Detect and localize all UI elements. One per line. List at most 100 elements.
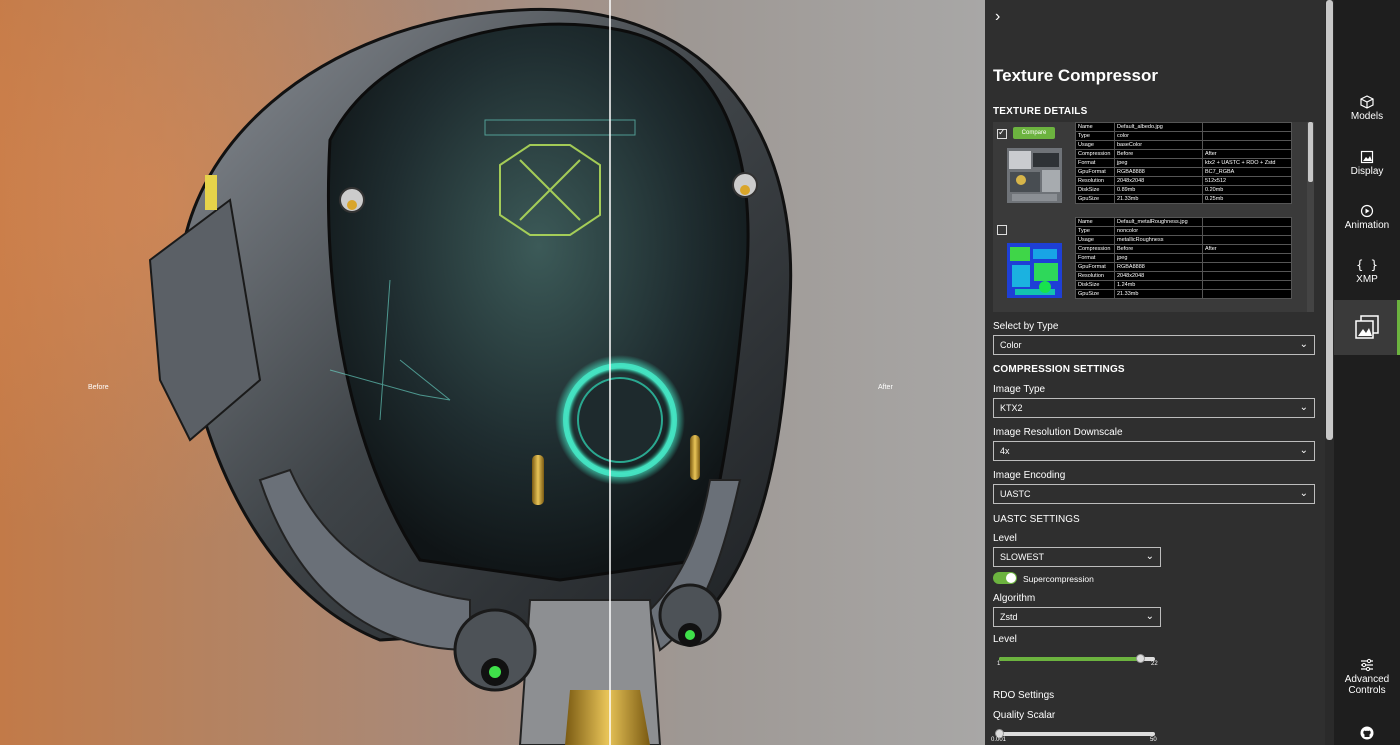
cell: BC7_RGBA: [1202, 167, 1292, 177]
nav-display[interactable]: Display: [1334, 150, 1400, 177]
zstd-level-min: 1: [997, 661, 1001, 667]
algorithm-label: Algorithm: [993, 593, 1036, 604]
cell: RGBA8888: [1114, 167, 1203, 177]
cell: noncolor: [1114, 226, 1203, 236]
chevron-down-icon: ⌄: [1299, 488, 1308, 499]
texture-checkbox[interactable]: [997, 127, 1007, 139]
supercompression-toggle[interactable]: [993, 572, 1017, 584]
image-type-value: KTX2: [1000, 403, 1023, 413]
algorithm-dropdown[interactable]: Zstd ⌄: [993, 607, 1161, 627]
panel-scroll-thumb[interactable]: [1326, 0, 1333, 440]
nav-advanced-controls[interactable]: Advanced Controls: [1334, 658, 1400, 696]
texture-card: Compare NameDefault_albedo.jpg Typecolor…: [993, 122, 1303, 217]
before-label: Before: [88, 384, 109, 391]
cell: Default_albedo.jpg: [1114, 122, 1203, 132]
cell: 1.24mb: [1114, 280, 1203, 290]
cell: GpuSize: [1075, 289, 1115, 299]
texture-details-table: Name Default_albedo.jpg Type color Usage ba…: [1075, 122, 1292, 204]
texture-checkbox[interactable]: [997, 225, 1007, 235]
cell: DiskSize: [1075, 280, 1115, 290]
cell: Type: [1075, 226, 1115, 236]
chevron-right-icon[interactable]: ›: [995, 8, 1000, 26]
downscale-dropdown[interactable]: 4x ⌄: [993, 441, 1315, 461]
quality-scalar-min: 0.001: [991, 737, 1007, 743]
right-nav-rail: Models Display Animation { } XMP Advance…: [1334, 0, 1400, 745]
texture-list[interactable]: Compare NameDefault_albedo.jpg Typecolor…: [993, 122, 1308, 312]
nav-advanced-controls-label: Advanced Controls: [1344, 674, 1390, 696]
cell: 21.33mb: [1114, 289, 1203, 299]
cell: DiskSize: [1075, 185, 1115, 195]
panel-scrollbar[interactable]: [1325, 0, 1334, 745]
after-label: After: [878, 384, 893, 391]
uastc-level-label: Level: [993, 533, 1017, 544]
nav-display-label: Display: [1350, 166, 1384, 177]
cell: [1202, 289, 1292, 299]
cell: metallicRoughness: [1114, 235, 1203, 245]
cell: Usage: [1075, 235, 1115, 245]
image-encoding-value: UASTC: [1000, 489, 1031, 499]
cell: [1202, 131, 1292, 141]
image-encoding-dropdown[interactable]: UASTC ⌄: [993, 484, 1315, 504]
image-type-dropdown[interactable]: KTX2 ⌄: [993, 398, 1315, 418]
cell: 2048x2048: [1114, 176, 1203, 186]
cell: jpeg: [1114, 158, 1203, 168]
nav-animation[interactable]: Animation: [1334, 204, 1400, 231]
albedo-thumbnail: [1007, 148, 1062, 203]
uastc-level-value: SLOWEST: [1000, 552, 1045, 562]
metal-roughness-thumbnail: [1007, 243, 1062, 298]
chevron-down-icon: ⌄: [1145, 551, 1154, 562]
nav-animation-label: Animation: [1344, 220, 1390, 231]
texture-compressor-icon: [1355, 315, 1379, 339]
compare-button[interactable]: Compare: [1013, 127, 1055, 139]
cell: 0.25mb: [1202, 194, 1292, 204]
cell: Name: [1075, 217, 1115, 227]
texture-compressor-panel: › Texture Compressor TEXTURE DETAILS Com…: [985, 0, 1325, 745]
cell: [1202, 217, 1292, 227]
image-icon: [1360, 150, 1374, 164]
zstd-level-slider[interactable]: [999, 654, 1155, 663]
github-icon: [1360, 726, 1374, 740]
texture-list-scroll-thumb[interactable]: [1308, 122, 1313, 182]
texture-card: Name Default_metalRoughness.jpg Type nonco…: [993, 217, 1303, 312]
compression-settings-heading: COMPRESSION SETTINGS: [993, 364, 1125, 375]
nav-texture-compressor[interactable]: [1334, 313, 1400, 343]
github-link[interactable]: [1334, 726, 1400, 742]
select-by-type-dropdown[interactable]: Color ⌄: [993, 335, 1315, 355]
cell: Usage: [1075, 140, 1115, 150]
nav-models[interactable]: Models: [1334, 95, 1400, 122]
texture-list-scrollbar[interactable]: [1307, 122, 1314, 312]
chevron-down-icon: ⌄: [1299, 339, 1308, 350]
chevron-down-icon: ⌄: [1145, 611, 1154, 622]
sliders-icon: [1361, 658, 1373, 672]
texture-details-heading: TEXTURE DETAILS: [993, 106, 1088, 117]
braces-icon: { }: [1356, 258, 1378, 272]
texture-details-table: Name Default_metalRoughness.jpg Type nonco…: [1075, 217, 1292, 299]
uastc-level-dropdown[interactable]: SLOWEST ⌄: [993, 547, 1161, 567]
zstd-level-slider-knob[interactable]: [1136, 654, 1146, 663]
cell: 21.33mb: [1114, 194, 1203, 204]
cell: Resolution: [1075, 271, 1115, 281]
zstd-level-slider-fill: [999, 657, 1141, 661]
cell: Type: [1075, 131, 1115, 141]
cell: After: [1202, 244, 1292, 254]
model-viewport[interactable]: Before After: [0, 0, 985, 745]
cell: Before: [1114, 244, 1203, 254]
select-by-type-label: Select by Type: [993, 321, 1059, 332]
cell: [1202, 235, 1292, 245]
cell: [1202, 253, 1292, 263]
cell: 0.20mb: [1202, 185, 1292, 195]
panel-title: Texture Compressor: [993, 66, 1159, 85]
cell: [1202, 122, 1292, 132]
cell: 2048x2048: [1114, 271, 1203, 281]
downscale-value: 4x: [1000, 446, 1010, 456]
cell: [1202, 140, 1292, 150]
cell: ktx2 + UASTC + RDO + Zstd: [1202, 158, 1292, 168]
uastc-settings-heading: UASTC SETTINGS: [993, 514, 1080, 525]
cell: After: [1202, 149, 1292, 159]
cell: GpuFormat: [1075, 167, 1115, 177]
compare-split-handle[interactable]: [609, 0, 611, 745]
nav-xmp[interactable]: { } XMP: [1334, 258, 1400, 285]
quality-scalar-slider[interactable]: [995, 729, 1155, 738]
zstd-level-label: Level: [993, 634, 1017, 645]
cell: GpuSize: [1075, 194, 1115, 204]
